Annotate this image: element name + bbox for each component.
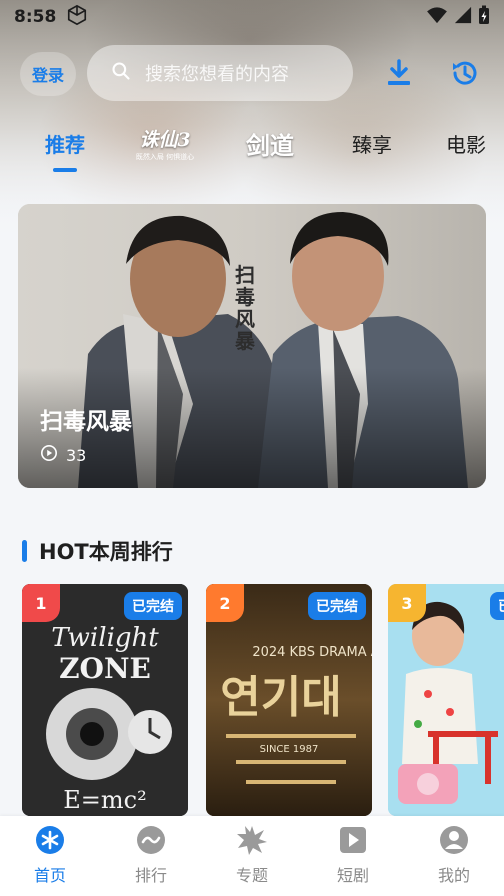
- rank-badge: 1: [22, 584, 60, 622]
- tab-label: 电影: [446, 132, 486, 157]
- category-tabs: 推荐 诛仙3 既然入局 何惧道心 剑道 臻享 电影: [0, 118, 504, 174]
- wifi-icon: [426, 6, 448, 29]
- nav-label: 短剧: [336, 866, 369, 885]
- profile-icon: [438, 824, 470, 856]
- nav-short-drama[interactable]: 短剧: [313, 824, 393, 894]
- poster-vertical-title: 扫毒风暴: [235, 263, 255, 353]
- tab-jiandao[interactable]: 剑道: [234, 118, 306, 168]
- search-placeholder: 搜索您想看的内容: [145, 64, 289, 85]
- ranking-card[interactable]: 2024 KBS DRAMA A 연기대 SINCE 1987 2 已完结: [206, 584, 372, 816]
- status-badge: 已完结: [124, 592, 182, 620]
- status-time: 8:58: [14, 7, 57, 27]
- tab-zhenxiang[interactable]: 臻享: [342, 118, 402, 168]
- section-title: HOT本周排行: [39, 540, 173, 564]
- play-circle-icon: [40, 444, 58, 466]
- nav-label: 专题: [235, 866, 268, 885]
- poster-formula: E=mc²: [63, 786, 146, 814]
- home-asterisk-icon: [34, 824, 66, 856]
- signal-icon: [454, 6, 472, 29]
- status-badge: 已完结: [308, 592, 366, 620]
- trend-icon: [135, 824, 167, 856]
- play-square-icon: [337, 824, 369, 856]
- status-bar: 8:58: [0, 0, 504, 34]
- status-icons: [426, 5, 490, 30]
- cube-icon: [66, 4, 88, 31]
- history-icon[interactable]: [448, 56, 482, 90]
- bottom-navigation: 首页 排行 专题 短剧 我的: [0, 816, 504, 896]
- jiandao-logo: 剑道: [246, 130, 294, 160]
- poster-since: SINCE 1987: [260, 744, 319, 755]
- nav-label: 首页: [33, 866, 66, 885]
- nav-label: 我的: [437, 866, 470, 885]
- tab-label: 臻享: [352, 132, 392, 157]
- app-screen: 8:58 登录 搜索您想看的内容 推荐 诛仙3 既然入局 何惧道心 剑道 臻享 …: [0, 0, 504, 896]
- tab-movie[interactable]: 电影: [436, 118, 496, 168]
- star-burst-icon: [236, 824, 268, 856]
- hot-section-header: HOT本周排行: [22, 536, 173, 566]
- featured-banner[interactable]: 扫毒风暴 扫毒风暴 33: [18, 204, 486, 488]
- poster-subtitle: 2024 KBS DRAMA A: [252, 645, 372, 660]
- tab-recommend[interactable]: 推荐: [36, 118, 94, 168]
- zhuxian-logo: 诛仙3: [139, 128, 191, 151]
- download-icon[interactable]: [382, 56, 416, 90]
- ranking-card[interactable]: 3 已完结: [388, 584, 504, 816]
- rank-badge: 2: [206, 584, 244, 622]
- banner-view-count: 33: [40, 444, 86, 466]
- active-tab-indicator: [53, 168, 77, 172]
- search-input[interactable]: 搜索您想看的内容: [87, 45, 353, 101]
- nav-home[interactable]: 首页: [10, 824, 90, 894]
- section-accent-bar: [22, 540, 27, 562]
- status-badge: 已完结: [490, 592, 504, 620]
- nav-ranking[interactable]: 排行: [111, 824, 191, 894]
- ranking-card[interactable]: Twilight ZONE E=mc² 1 已完结: [22, 584, 188, 816]
- login-button[interactable]: 登录: [20, 52, 76, 96]
- nav-profile[interactable]: 我的: [414, 824, 494, 894]
- search-icon: [111, 61, 131, 85]
- zhuxian-logo-tagline: 既然入局 何惧道心: [135, 152, 195, 161]
- rank-badge: 3: [388, 584, 426, 622]
- nav-label: 排行: [134, 866, 167, 885]
- view-count-text: 33: [66, 445, 87, 465]
- poster-hangul: 연기대: [220, 672, 341, 723]
- poster-title-line1: Twilight: [51, 623, 159, 653]
- tab-zhuxian3[interactable]: 诛仙3 既然入局 何惧道心: [124, 118, 206, 168]
- poster-title-line2: ZONE: [59, 652, 151, 685]
- battery-icon: [478, 5, 490, 30]
- hot-ranking-list: Twilight ZONE E=mc² 1 已完结 2024 KBS DRAMA…: [22, 584, 504, 816]
- tab-label: 推荐: [45, 132, 85, 157]
- nav-topics[interactable]: 专题: [212, 824, 292, 894]
- banner-title: 扫毒风暴: [40, 409, 132, 435]
- top-header: 登录 搜索您想看的内容: [0, 44, 504, 102]
